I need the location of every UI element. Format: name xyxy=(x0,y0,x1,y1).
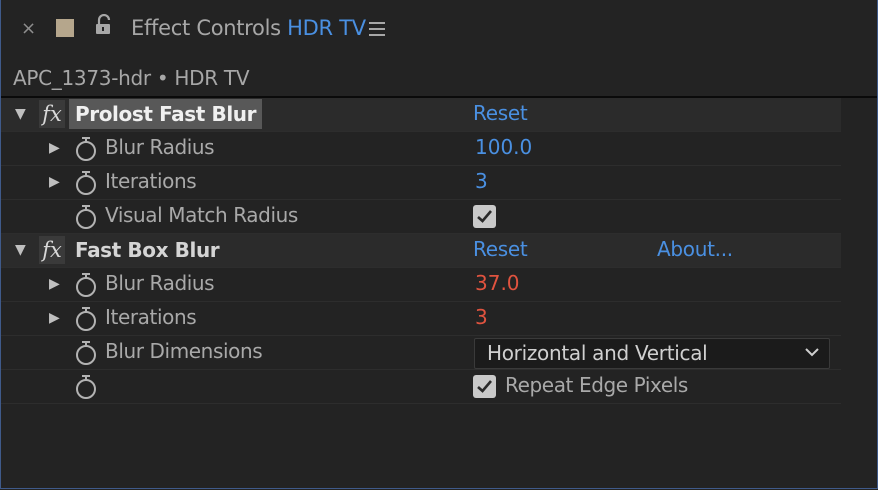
lock-icon[interactable] xyxy=(94,13,114,40)
checkmark-icon xyxy=(477,380,492,393)
property-label: Iterations xyxy=(105,305,197,329)
property-row-blur-dimensions[interactable]: Blur Dimensions Horizontal and Vertical xyxy=(1,336,841,370)
reset-link[interactable]: Reset xyxy=(473,237,528,261)
triangle-down-icon[interactable]: ▼ xyxy=(15,242,26,258)
property-label: Blur Radius xyxy=(105,135,215,159)
property-label: Blur Radius xyxy=(105,271,215,295)
property-value[interactable]: 3 xyxy=(475,305,488,329)
panel-tab-bar: × Effect Controls HDR TV xyxy=(1,0,877,60)
property-value[interactable]: 3 xyxy=(475,169,488,193)
label-color-swatch[interactable] xyxy=(56,19,74,37)
stopwatch-icon[interactable] xyxy=(74,374,98,404)
property-row-iterations[interactable]: ▶ Iterations 3 xyxy=(1,166,841,200)
stopwatch-icon[interactable] xyxy=(74,170,98,200)
property-value[interactable]: 37.0 xyxy=(475,271,520,295)
stopwatch-icon[interactable] xyxy=(74,340,98,370)
dropdown-selected-value: Horizontal and Vertical xyxy=(487,341,708,365)
triangle-right-icon[interactable]: ▶ xyxy=(49,310,60,326)
stopwatch-icon[interactable] xyxy=(74,272,98,302)
blur-dimensions-dropdown[interactable]: Horizontal and Vertical xyxy=(474,338,830,369)
scrollbar-gutter[interactable] xyxy=(841,98,877,488)
chevron-down-icon xyxy=(805,348,819,357)
effect-header-prolost-fast-blur[interactable]: ▼ fx Prolost Fast Blur Reset xyxy=(1,98,841,132)
property-label: Blur Dimensions xyxy=(105,339,263,363)
fx-icon[interactable]: fx xyxy=(39,100,65,128)
hamburger-menu-icon[interactable] xyxy=(369,22,385,40)
checkmark-icon xyxy=(477,210,492,223)
triangle-right-icon[interactable]: ▶ xyxy=(49,140,60,156)
triangle-right-icon[interactable]: ▶ xyxy=(49,276,60,292)
effect-header-fast-box-blur[interactable]: ▼ fx Fast Box Blur Reset About... xyxy=(1,234,841,268)
reset-link[interactable]: Reset xyxy=(473,101,528,125)
repeat-edge-pixels-checkbox[interactable] xyxy=(473,375,496,398)
source-bar: APC_1373-hdr • HDR TV xyxy=(1,60,877,98)
effect-name[interactable]: Prolost Fast Blur xyxy=(69,99,263,129)
property-row-iterations[interactable]: ▶ Iterations 3 xyxy=(1,302,841,336)
stopwatch-icon[interactable] xyxy=(74,306,98,336)
property-label: Visual Match Radius xyxy=(105,203,298,227)
property-row-blur-radius[interactable]: ▶ Blur Radius 37.0 xyxy=(1,268,841,302)
property-row-blur-radius[interactable]: ▶ Blur Radius 100.0 xyxy=(1,132,841,166)
fx-icon[interactable]: fx xyxy=(39,236,65,264)
effect-controls-panel: × Effect Controls HDR TV APC_1373-hdr • … xyxy=(0,0,878,489)
triangle-down-icon[interactable]: ▼ xyxy=(15,106,26,122)
property-value[interactable]: 100.0 xyxy=(475,135,532,159)
checkbox-label[interactable]: Repeat Edge Pixels xyxy=(505,373,688,397)
property-label: Iterations xyxy=(105,169,197,193)
panel-title-prefix: Effect Controls xyxy=(131,16,281,40)
close-tab-icon[interactable]: × xyxy=(21,18,36,39)
visual-match-radius-checkbox[interactable] xyxy=(473,205,496,228)
panel-title-comp: HDR TV xyxy=(287,16,366,40)
triangle-right-icon[interactable]: ▶ xyxy=(49,174,60,190)
property-row-repeat-edge-pixels[interactable]: Repeat Edge Pixels xyxy=(1,370,841,404)
about-link[interactable]: About... xyxy=(657,237,733,261)
property-row-visual-match-radius[interactable]: Visual Match Radius xyxy=(1,200,841,234)
source-layer-label: APC_1373-hdr • HDR TV xyxy=(13,66,250,90)
panel-title[interactable]: Effect Controls HDR TV xyxy=(131,16,366,40)
stopwatch-icon[interactable] xyxy=(74,204,98,234)
stopwatch-icon[interactable] xyxy=(74,136,98,166)
effect-name[interactable]: Fast Box Blur xyxy=(69,235,225,265)
